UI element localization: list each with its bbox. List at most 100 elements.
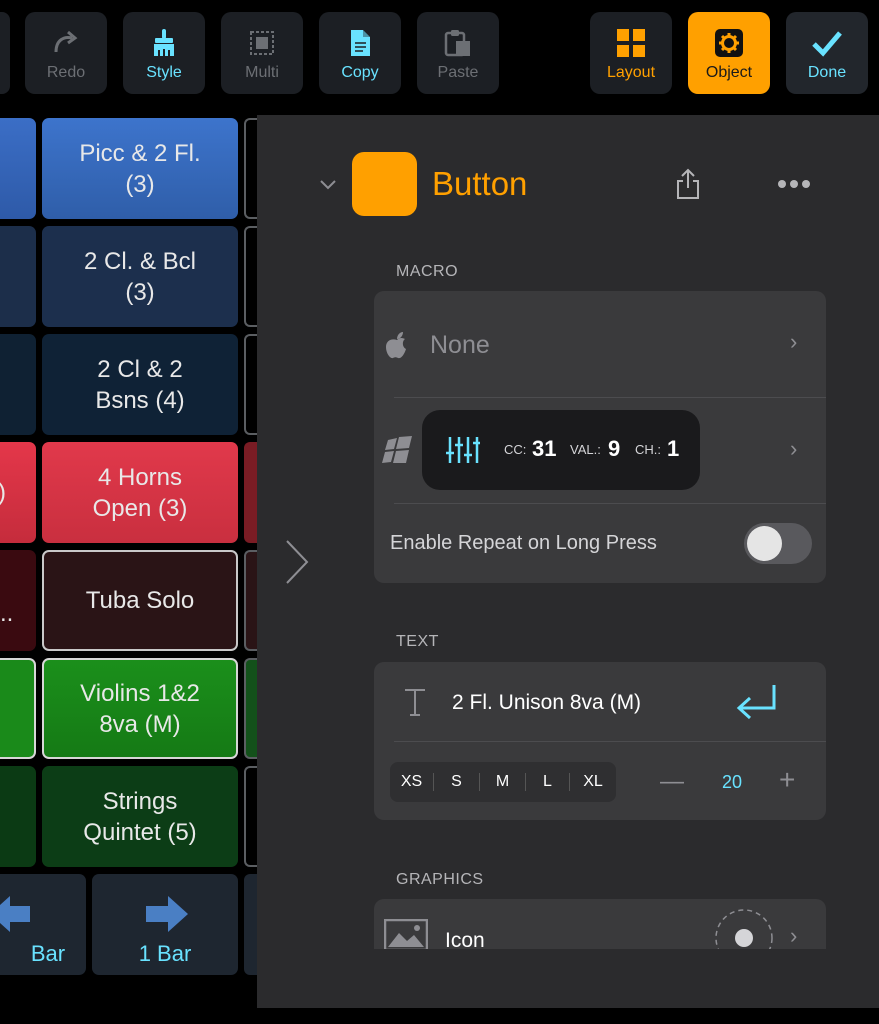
object-label: Object [705,64,753,81]
redo-icon [50,28,82,58]
layout-label: Layout [606,64,656,81]
chevron-right-icon: › [790,329,798,354]
grid-cell-picc-flutes[interactable]: Picc & 2 Fl. (3) [42,118,238,219]
partial-cell-text: ) [0,477,6,508]
grid-edge-6 [244,766,258,867]
grid-cell-partial-6[interactable] [0,766,36,867]
multi-button[interactable]: Multi [221,12,303,94]
macro-mac-row[interactable]: None › [374,291,826,397]
windows-logo-icon [382,436,412,463]
return-key-icon[interactable] [734,682,778,722]
cell-text-line2: (3) [125,170,155,198]
redo-label: Redo [46,64,86,81]
layout-button[interactable]: Layout [590,12,672,94]
size-l-button[interactable]: L [526,773,570,791]
cc-label: CC: [504,442,527,457]
text-section-title: TEXT [396,633,439,650]
midi-cc-chip[interactable]: CC: 31 VAL.: 9 CH.: 1 [422,410,700,490]
grid-edge-1 [244,226,258,327]
grid-cell-clarinets[interactable]: 2 Cl. & Bcl (3) [42,226,238,327]
repeat-row: Enable Repeat on Long Press [374,504,826,583]
copy-label: Copy [341,64,379,81]
grid-cell-partial-5[interactable] [0,658,36,759]
repeat-toggle[interactable] [744,523,812,564]
size-segmented-control: XS S M L XL [390,762,616,802]
share-icon[interactable] [675,168,701,200]
cell-text-line2: (3) [125,278,155,306]
grid-cell-horns[interactable]: 4 Horns Open (3) [42,442,238,543]
chevron-down-icon[interactable] [319,179,337,191]
size-s-button[interactable]: S [434,773,480,791]
graphics-section-title: GRAPHICS [396,871,484,888]
grid-layout-icon [615,28,647,58]
clipboard-icon [442,28,474,58]
cell-text-line1: Strings [102,787,178,815]
done-label: Done [807,64,847,81]
icon-preview-circle-icon [715,909,773,949]
more-options-icon[interactable] [777,179,811,189]
object-name: Button [432,165,528,202]
style-button[interactable]: Style [123,12,205,94]
grid-cell-partial-1[interactable] [0,226,36,327]
size-xl-button[interactable]: XL [570,773,616,791]
grid-edge-3 [244,442,258,543]
object-inspector-panel: Button MACRO None › CC: 31 VAL.: 9 CH.: … [257,115,879,1008]
grid-cell-partial-2[interactable] [0,334,36,435]
val-value: 9 [608,436,621,461]
grid-cell-clarinets-bassoons[interactable]: 2 Cl & 2 Bsns (4) [42,334,238,435]
paste-label: Paste [437,64,479,81]
text-value: 2 Fl. Unison 8va (M) [452,691,642,714]
font-size-increment[interactable]: + [779,764,795,796]
object-color-swatch[interactable] [352,152,417,216]
font-size-value: 20 [722,772,743,792]
ch-value: 1 [667,436,680,461]
val-label: VAL.: [570,442,601,457]
cell-text-line1: Violins 1&2 [80,679,200,707]
macro-mac-value: None [430,331,490,359]
size-xs-button[interactable]: XS [390,773,434,791]
chevron-right-icon: › [790,436,798,461]
next-bar-button[interactable]: 1 Bar [92,874,238,975]
graphics-card: Icon › [374,899,826,949]
paste-button[interactable]: Paste [417,12,499,94]
checkmark-icon [811,28,843,58]
multi-select-icon [246,28,278,58]
grid-edge-2 [244,334,258,435]
grid-cell-partial-4[interactable]: .. [0,550,36,651]
toggle-knob [747,526,782,561]
prev-bar-button[interactable]: Bar [0,874,86,975]
cc-value: 31 [532,436,557,461]
size-m-button[interactable]: M [480,773,526,791]
cell-text-line1: 2 Cl & 2 [97,355,183,383]
macro-card: None › CC: 31 VAL.: 9 CH.: 1 › Enable Re… [374,291,826,583]
text-t-icon [405,689,425,716]
font-size-decrement[interactable]: — [660,768,684,796]
grid-cell-strings[interactable]: Strings Quintet (5) [42,766,238,867]
grid-cell-partial-0[interactable] [0,118,36,219]
macro-section-title: MACRO [396,263,459,280]
chevron-right-icon: › [790,923,798,948]
cell-text-line2: Quintet (5) [83,818,197,846]
grid-edge-5 [244,658,258,759]
toolbar-left-stub [0,12,10,94]
cell-text-line1: Picc & 2 Fl. [79,139,201,167]
object-button[interactable]: Object [688,12,770,94]
multi-label: Multi [245,64,279,81]
grid-cell-partial-3[interactable]: ) [0,442,36,543]
image-icon [384,919,428,949]
grid-edge-7 [244,874,258,975]
macro-win-row[interactable]: CC: 31 VAL.: 9 CH.: 1 › [374,398,826,503]
icon-label: Icon [445,929,485,949]
grid-cell-tuba[interactable]: Tuba Solo [42,550,238,651]
done-button[interactable]: Done [786,12,868,94]
next-bar-label: 1 Bar [138,941,192,966]
icon-row[interactable]: Icon › [374,899,826,949]
redo-button[interactable]: Redo [25,12,107,94]
text-value-row[interactable]: 2 Fl. Unison 8va (M) [374,662,826,741]
chevron-right-icon[interactable] [283,537,313,587]
copy-button[interactable]: Copy [319,12,401,94]
cell-text-line1: 4 Horns [97,463,183,491]
grid-cell-violins[interactable]: Violins 1&2 8va (M) [42,658,238,759]
gear-icon [713,28,745,58]
style-label: Style [146,64,182,81]
